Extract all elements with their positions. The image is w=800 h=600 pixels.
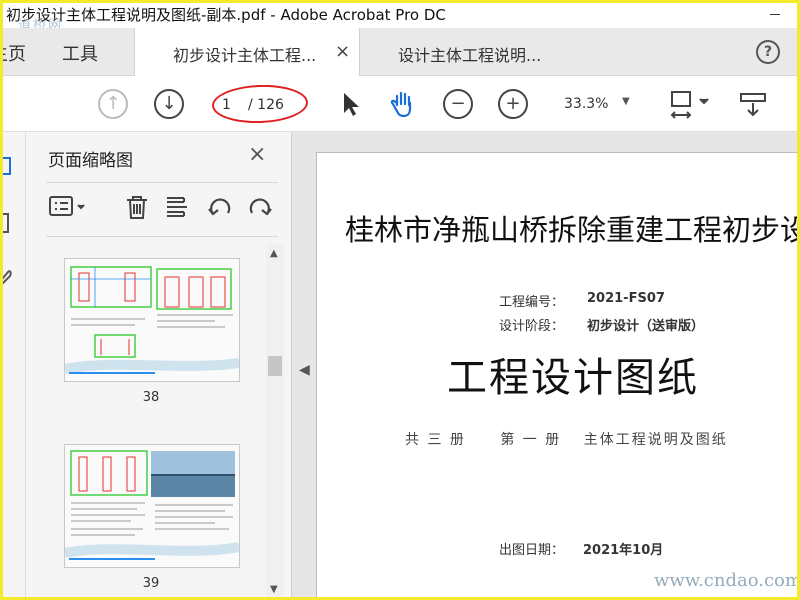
page-thumbnail[interactable] (64, 258, 240, 382)
tab-label: 初步设计主体工程... (173, 46, 317, 65)
zoom-out-button[interactable]: − (443, 89, 473, 119)
tab-close-icon[interactable]: × (335, 41, 350, 62)
zoom-in-button[interactable]: + (498, 89, 528, 119)
next-page-button[interactable]: ↓ (154, 89, 184, 119)
tab-document-1[interactable]: 初步设计主体工程... × (134, 28, 360, 76)
pdf-page: 桂林市净瓶山桥拆除重建工程初步设 工程编号： 2021-FS07 设计阶段： 初… (316, 152, 800, 600)
tab-bar: 主页 工具 初步设计主体工程... × 设计主体工程说明... ? (0, 28, 800, 76)
fit-page-icon[interactable] (668, 89, 709, 119)
divider (46, 236, 278, 237)
scrollbar-thumb[interactable] (268, 356, 282, 376)
zoom-select[interactable]: 33.3% ▼ (556, 94, 636, 118)
panel-title: 页面缩略图 (48, 151, 133, 171)
window-title: 初步设计主体工程说明及图纸-副本.pdf - Adobe Acrobat Pro… (6, 6, 446, 24)
chevron-down-icon: ▼ (622, 96, 630, 107)
toolbar: ↑ ↓ 1 / 126 − + 33.3% ▼ (0, 76, 800, 132)
main-title: 工程设计图纸 (447, 355, 699, 401)
hand-tool-icon[interactable] (388, 89, 418, 119)
previous-page-button[interactable]: ↑ (98, 89, 128, 119)
document-heading: 桂林市净瓶山桥拆除重建工程初步设 (345, 213, 800, 247)
page-thumbnail[interactable] (64, 444, 240, 568)
options-menu-icon[interactable] (48, 194, 85, 220)
tab-label: 设计主体工程说明... (398, 46, 542, 65)
navigation-rail (0, 132, 26, 600)
scroll-down-icon[interactable]: ▼ (270, 584, 278, 595)
tab-document-2[interactable]: 设计主体工程说明... (360, 28, 580, 76)
nav-home[interactable]: 主页 (0, 40, 26, 66)
thumbnail-page-number: 39 (142, 576, 160, 591)
design-stage-label: 设计阶段： (499, 319, 565, 334)
help-icon[interactable]: ? (756, 40, 780, 64)
scroll-mode-icon[interactable] (738, 89, 768, 119)
thumbnail-panel: 页面缩略图 × 38 39 ▲ ▼ (26, 132, 292, 600)
design-stage-value: 初步设计（送审版） (587, 319, 705, 334)
watermark-bottom-right: www.cndao.com (654, 570, 800, 591)
collapse-panel-arrow-icon[interactable]: ◀ (299, 362, 310, 378)
scroll-up-icon[interactable]: ▲ (270, 248, 278, 259)
volume-description: 主体工程说明及图纸 (583, 432, 728, 448)
select-tool-icon[interactable] (336, 89, 366, 119)
thumbnail-page-number: 38 (142, 390, 160, 405)
volume-total: 共 三 册 (405, 432, 466, 448)
issue-date-value: 2021年10月 (583, 543, 664, 558)
close-icon[interactable]: × (248, 142, 266, 167)
window-titlebar: 初步设计主体工程说明及图纸-副本.pdf - Adobe Acrobat Pro… (0, 0, 800, 28)
bookmarks-icon[interactable] (0, 212, 14, 236)
panel-scrollbar[interactable]: ▲ ▼ (266, 244, 284, 600)
nav-tools[interactable]: 工具 (62, 40, 98, 66)
issue-date-label: 出图日期： (499, 543, 565, 558)
extract-pages-icon[interactable] (164, 194, 190, 220)
attachments-icon[interactable] (0, 266, 14, 288)
zoom-value: 33.3% (564, 96, 609, 112)
volume-number: 第 一 册 (500, 432, 562, 448)
document-viewer: 桂林市净瓶山桥拆除重建工程初步设 工程编号： 2021-FS07 设计阶段： 初… (292, 132, 800, 600)
rotate-left-icon[interactable] (206, 194, 232, 220)
rotate-right-icon[interactable] (246, 194, 272, 220)
minimize-button[interactable] (760, 4, 790, 24)
page-thumbnails-icon[interactable] (0, 156, 14, 178)
trash-icon[interactable] (124, 194, 150, 220)
divider (46, 182, 278, 183)
volume-line: 共 三 册 第 一 册 主体工程说明及图纸 (405, 429, 728, 449)
project-number-value: 2021-FS07 (587, 291, 665, 306)
project-number-label: 工程编号： (499, 295, 565, 310)
